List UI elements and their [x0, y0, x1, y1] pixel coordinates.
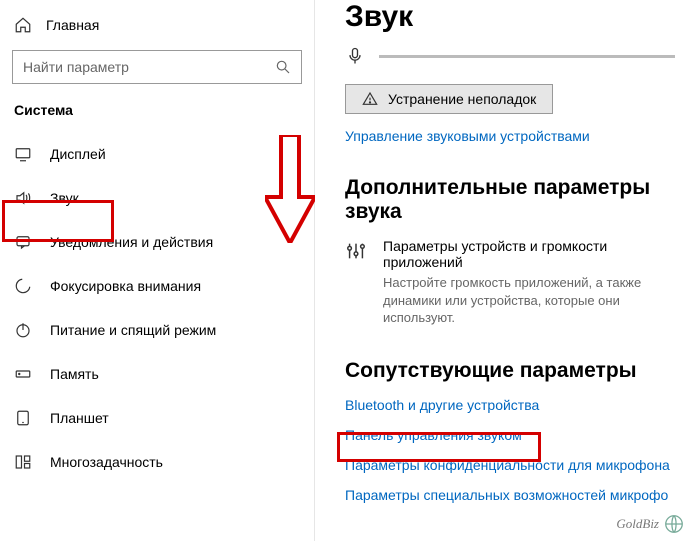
section-title-related: Сопутствующие параметры — [345, 359, 675, 383]
sidebar-item-label: Планшет — [50, 410, 109, 426]
sidebar-item-label: Главная — [46, 17, 99, 33]
sliders-icon — [345, 240, 367, 262]
app-volume-title: Параметры устройств и громкости приложен… — [383, 238, 675, 270]
app-volume-text: Параметры устройств и громкости приложен… — [383, 238, 675, 327]
warning-icon — [362, 91, 378, 107]
app-volume-description: Настройте громкость приложений, а также … — [383, 274, 675, 327]
sidebar-heading: Система — [0, 98, 314, 132]
volume-slider[interactable] — [379, 55, 675, 58]
watermark-text: GoldBiz — [616, 516, 659, 532]
sidebar-item-focus[interactable]: Фокусировка внимания — [0, 264, 314, 308]
storage-icon — [14, 365, 32, 383]
app-volume-row[interactable]: Параметры устройств и громкости приложен… — [345, 238, 675, 327]
link-bluetooth[interactable]: Bluetooth и другие устройства — [345, 397, 675, 413]
sidebar-item-label: Многозадачность — [50, 454, 163, 470]
sidebar-item-tablet[interactable]: Планшет — [0, 396, 314, 440]
search-input[interactable] — [23, 59, 275, 75]
main-content: Звук Устранение неполадок Управление зву… — [315, 0, 693, 541]
sidebar: Главная Система Дисплей Звук Уведомления… — [0, 0, 315, 541]
sidebar-item-label: Дисплей — [50, 146, 106, 162]
sidebar-item-label: Память — [50, 366, 99, 382]
troubleshoot-button[interactable]: Устранение неполадок — [345, 84, 553, 114]
link-mic-privacy[interactable]: Параметры конфиденциальности для микрофо… — [345, 457, 675, 473]
sidebar-item-sound[interactable]: Звук — [0, 176, 314, 220]
volume-row — [345, 46, 675, 66]
sidebar-item-label: Уведомления и действия — [50, 234, 213, 250]
sidebar-item-notifications[interactable]: Уведомления и действия — [0, 220, 314, 264]
button-label: Устранение неполадок — [388, 91, 536, 107]
display-icon — [14, 145, 32, 163]
section-title-advanced: Дополнительные параметры звука — [345, 176, 675, 224]
link-manage-devices[interactable]: Управление звуковыми устройствами — [345, 128, 675, 144]
sidebar-item-display[interactable]: Дисплей — [0, 132, 314, 176]
sidebar-item-label: Питание и спящий режим — [50, 322, 216, 338]
sidebar-item-home[interactable]: Главная — [0, 8, 314, 42]
multitasking-icon — [14, 453, 32, 471]
tablet-icon — [14, 409, 32, 427]
link-mic-accessibility[interactable]: Параметры специальных возможностей микро… — [345, 487, 675, 503]
microphone-icon — [345, 46, 365, 66]
page-title: Звук — [345, 0, 675, 34]
sidebar-item-label: Фокусировка внимания — [50, 278, 201, 294]
notifications-icon — [14, 233, 32, 251]
globe-icon — [663, 513, 685, 535]
sidebar-item-storage[interactable]: Память — [0, 352, 314, 396]
watermark: GoldBiz — [616, 513, 685, 535]
sound-icon — [14, 189, 32, 207]
focus-icon — [14, 277, 32, 295]
search-icon — [275, 59, 291, 75]
home-icon — [14, 16, 32, 34]
search-input-wrapper[interactable] — [12, 50, 302, 84]
power-icon — [14, 321, 32, 339]
sidebar-item-multitasking[interactable]: Многозадачность — [0, 440, 314, 484]
sidebar-item-power[interactable]: Питание и спящий режим — [0, 308, 314, 352]
link-sound-control-panel[interactable]: Панель управления звуком — [345, 427, 675, 443]
sidebar-item-label: Звук — [50, 190, 79, 206]
